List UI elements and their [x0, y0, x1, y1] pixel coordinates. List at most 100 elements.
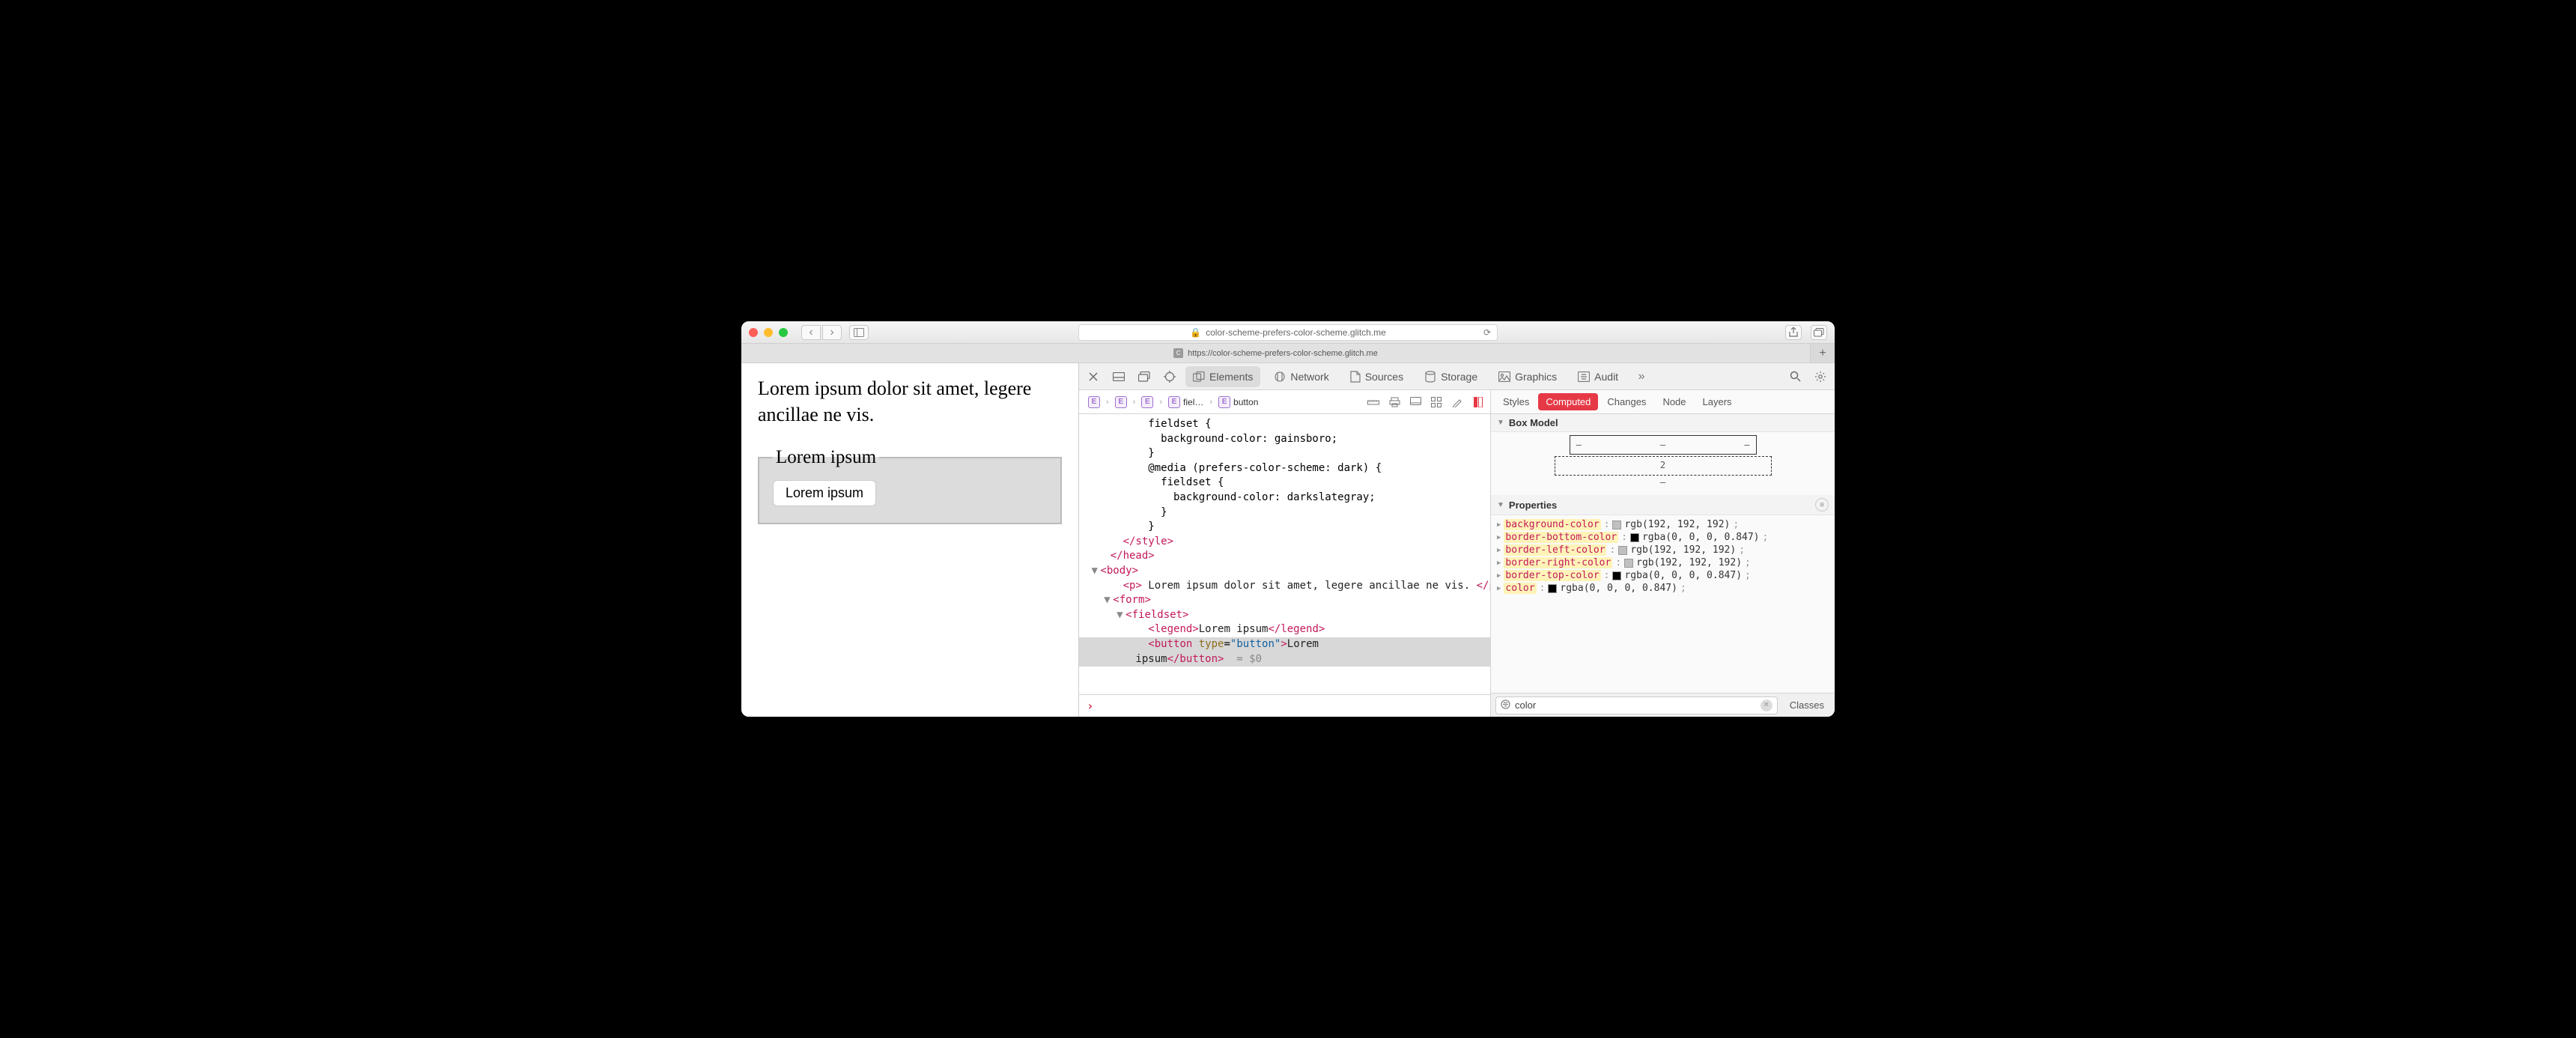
- property-value: rgba(0, 0, 0, 0.847): [1642, 532, 1760, 543]
- element-badge-icon: E: [1141, 396, 1153, 408]
- dom-line[interactable]: }: [1079, 446, 1490, 461]
- dom-line[interactable]: background-color: gainsboro;: [1079, 432, 1490, 447]
- tab-computed[interactable]: Computed: [1538, 393, 1598, 410]
- titlebar: ‹ › 🔒 color-scheme-prefers-color-scheme.…: [741, 321, 1835, 344]
- property-row[interactable]: ▶border-bottom-color: rgba(0, 0, 0, 0.84…: [1495, 531, 1830, 544]
- breadcrumb-item[interactable]: E: [1137, 394, 1158, 410]
- box-model-header[interactable]: ▼ Box Model: [1491, 414, 1835, 432]
- dom-line[interactable]: background-color: darkslategray;: [1079, 491, 1490, 506]
- inspect-element-button[interactable]: [1160, 367, 1179, 386]
- clear-filter-button[interactable]: ✕: [1761, 699, 1772, 711]
- reload-button[interactable]: ⟳: [1483, 327, 1491, 338]
- dom-tree[interactable]: fieldset { background-color: gainsboro; …: [1079, 414, 1490, 694]
- dock-side-button[interactable]: [1109, 367, 1128, 386]
- tabs-overview-button[interactable]: [1811, 325, 1827, 340]
- color-swatch-icon[interactable]: [1630, 533, 1639, 542]
- dom-line-selected[interactable]: <button type="button">Lorem: [1079, 637, 1490, 652]
- box-model-outer: 2: [1555, 456, 1772, 476]
- property-row[interactable]: ▶color: rgba(0, 0, 0, 0.847);: [1495, 582, 1830, 595]
- tab-changes[interactable]: Changes: [1600, 393, 1653, 410]
- forward-button[interactable]: ›: [822, 325, 842, 340]
- tab-node[interactable]: Node: [1655, 393, 1693, 410]
- tab-styles[interactable]: Styles: [1495, 393, 1537, 410]
- property-name: background-color: [1504, 519, 1600, 530]
- dom-line[interactable]: }: [1079, 520, 1490, 535]
- dom-line[interactable]: </head>: [1079, 549, 1490, 564]
- property-name: border-left-color: [1504, 544, 1606, 556]
- breadcrumb-item-button[interactable]: Ebutton: [1214, 394, 1263, 410]
- tab-bar: C https://color-scheme-prefers-color-sch…: [741, 344, 1835, 363]
- filter-input[interactable]: color ✕: [1495, 696, 1778, 714]
- rendered-page: Lorem ipsum dolor sit amet, legere ancil…: [741, 363, 1078, 717]
- paint-button[interactable]: [1450, 395, 1465, 410]
- minimize-window-button[interactable]: [764, 328, 773, 337]
- rulers-button[interactable]: [1366, 395, 1381, 410]
- tab-layers[interactable]: Layers: [1695, 393, 1740, 410]
- console-chevron-icon: ›: [1087, 699, 1094, 713]
- properties-header[interactable]: ▼ Properties ≡: [1491, 495, 1835, 515]
- browser-tab[interactable]: C https://color-scheme-prefers-color-sch…: [741, 344, 1811, 362]
- dom-line[interactable]: fieldset {: [1079, 476, 1490, 491]
- compositing-button[interactable]: [1471, 395, 1486, 410]
- dom-line[interactable]: ▼<body>: [1079, 564, 1490, 579]
- dom-line[interactable]: <legend>Lorem ipsum</legend>: [1079, 622, 1490, 637]
- tab-elements[interactable]: Elements: [1185, 366, 1260, 387]
- sidebar-toggle-button[interactable]: [849, 325, 869, 340]
- devtools-settings-button[interactable]: [1811, 367, 1830, 386]
- property-name: border-top-color: [1504, 570, 1600, 581]
- element-badge-icon: E: [1088, 396, 1100, 408]
- color-swatch-icon[interactable]: [1612, 520, 1621, 529]
- dom-line[interactable]: </style>: [1079, 535, 1490, 550]
- page-form: Lorem ipsum Lorem ipsum: [758, 447, 1062, 524]
- properties-menu-button[interactable]: ≡: [1815, 498, 1829, 512]
- tab-audit[interactable]: Audit: [1570, 366, 1626, 387]
- device-button[interactable]: [1408, 395, 1423, 410]
- dom-line[interactable]: ▼<fieldset>: [1079, 608, 1490, 623]
- dock-popout-button[interactable]: [1134, 367, 1154, 386]
- tab-graphics[interactable]: Graphics: [1491, 366, 1564, 387]
- grid-button[interactable]: [1429, 395, 1444, 410]
- search-devtools-button[interactable]: [1785, 367, 1805, 386]
- dom-line[interactable]: ▼<form>: [1079, 593, 1490, 608]
- property-row[interactable]: ▶border-left-color: rgb(192, 192, 192);: [1495, 544, 1830, 556]
- breadcrumb-item[interactable]: E: [1084, 394, 1105, 410]
- dom-line[interactable]: <p> Lorem ipsum dolor sit amet, legere a…: [1079, 579, 1490, 594]
- tab-title: https://color-scheme-prefers-color-schem…: [1188, 349, 1378, 358]
- tab-storage[interactable]: Storage: [1417, 366, 1485, 387]
- close-window-button[interactable]: [749, 328, 758, 337]
- property-value: rgb(192, 192, 192): [1630, 544, 1736, 556]
- dom-line[interactable]: @media (prefers-color-scheme: dark) {: [1079, 461, 1490, 476]
- page-paragraph: Lorem ipsum dolor sit amet, legere ancil…: [758, 375, 1062, 428]
- color-swatch-icon[interactable]: [1624, 559, 1633, 568]
- devtools-panel: Elements Network Sources Storage Graphic…: [1078, 363, 1835, 717]
- tab-network[interactable]: Network: [1266, 366, 1336, 387]
- color-swatch-icon[interactable]: [1548, 584, 1557, 593]
- property-row[interactable]: ▶border-top-color: rgba(0, 0, 0, 0.847);: [1495, 569, 1830, 582]
- property-row[interactable]: ▶background-color: rgb(192, 192, 192);: [1495, 518, 1830, 531]
- color-swatch-icon[interactable]: [1612, 571, 1621, 580]
- dom-line-selected[interactable]: ipsum</button> = $0: [1079, 652, 1490, 667]
- tab-sources[interactable]: Sources: [1343, 366, 1411, 387]
- zoom-window-button[interactable]: [779, 328, 788, 337]
- dom-breadcrumb: E › E › E › Efiel… › Ebutton: [1079, 390, 1490, 414]
- property-value: rgb(192, 192, 192): [1636, 557, 1742, 568]
- disclosure-triangle-icon: ▶: [1497, 547, 1501, 554]
- dom-line[interactable]: }: [1079, 506, 1490, 520]
- new-tab-button[interactable]: +: [1811, 344, 1835, 362]
- dom-line[interactable]: fieldset {: [1079, 417, 1490, 432]
- more-tabs-button[interactable]: »: [1632, 367, 1651, 386]
- color-swatch-icon[interactable]: [1618, 546, 1627, 555]
- share-button[interactable]: [1785, 325, 1802, 340]
- breadcrumb-item[interactable]: E: [1111, 394, 1131, 410]
- address-bar[interactable]: 🔒 color-scheme-prefers-color-scheme.glit…: [1078, 324, 1498, 341]
- close-devtools-button[interactable]: [1084, 367, 1103, 386]
- property-row[interactable]: ▶border-right-color: rgb(192, 192, 192);: [1495, 556, 1830, 569]
- print-button[interactable]: [1387, 395, 1402, 410]
- page-button[interactable]: Lorem ipsum: [773, 480, 876, 506]
- back-button[interactable]: ‹: [801, 325, 821, 340]
- classes-button[interactable]: Classes: [1784, 697, 1830, 713]
- breadcrumb-item-fieldset[interactable]: Efiel…: [1164, 394, 1208, 410]
- dom-panel: E › E › E › Efiel… › Ebutton: [1079, 390, 1491, 717]
- page-legend: Lorem ipsum: [773, 447, 879, 468]
- console-prompt[interactable]: ›: [1079, 694, 1490, 717]
